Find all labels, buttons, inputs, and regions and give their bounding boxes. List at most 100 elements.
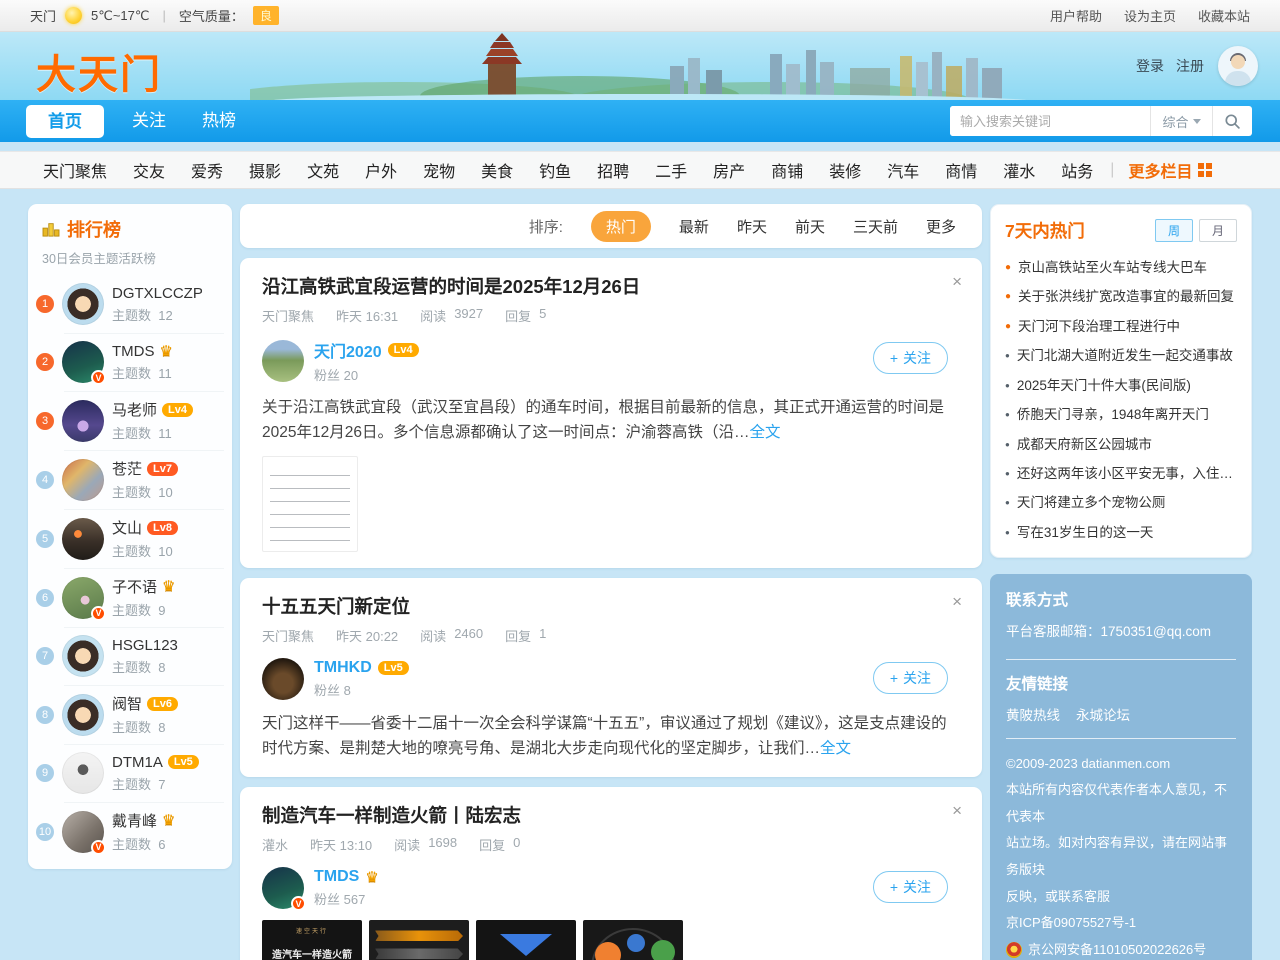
rank-row-4[interactable]: 4 苍茫Lv7 主题数 10 xyxy=(28,450,232,509)
post-title[interactable]: 沿江高铁武宜段运营的时间是2025年12月26日 xyxy=(262,273,960,299)
hot-topic-link[interactable]: 还好这两年该小区平安无事，入住两… xyxy=(1005,459,1237,488)
cat-secondhand[interactable]: 二手 xyxy=(642,158,700,182)
follow-button[interactable]: +关注 xyxy=(873,342,948,374)
register-link[interactable]: 注册 xyxy=(1176,56,1204,76)
member-name[interactable]: DTM1A xyxy=(112,754,163,771)
member-name[interactable]: 戴青峰 xyxy=(112,810,157,831)
post-thumbnail-slide-4[interactable] xyxy=(583,920,683,960)
close-icon[interactable]: × xyxy=(952,801,962,821)
user-help-link[interactable]: 用户帮助 xyxy=(1050,6,1102,25)
author-avatar[interactable] xyxy=(262,340,304,382)
author-name[interactable]: TMHKD xyxy=(314,659,372,677)
search-button[interactable] xyxy=(1212,106,1252,136)
site-logo[interactable]: 大天门 xyxy=(36,42,162,100)
cat-pets[interactable]: 宠物 xyxy=(410,158,468,182)
tab-week[interactable]: 周 xyxy=(1155,219,1193,242)
guest-avatar[interactable] xyxy=(1218,46,1258,86)
rank-row-5[interactable]: 5 文山Lv8 主题数 10 xyxy=(28,509,232,568)
member-name[interactable]: 阀智 xyxy=(112,693,142,714)
rank-row-7[interactable]: 7 HSGL123 主题数 8 xyxy=(28,627,232,685)
rank-row-3[interactable]: 3 马老师Lv4 主题数 11 xyxy=(28,391,232,450)
member-name[interactable]: TMDS xyxy=(112,343,155,360)
avatar[interactable] xyxy=(62,400,104,442)
cat-decoration[interactable]: 装修 xyxy=(816,158,874,182)
avatar[interactable] xyxy=(62,283,104,325)
icp-license-link[interactable]: 京ICP备09075527号-1 xyxy=(1006,910,1236,937)
search-scope-select[interactable]: 综合 xyxy=(1150,106,1212,136)
post-board[interactable]: 天门聚焦 xyxy=(262,306,314,325)
avatar[interactable] xyxy=(62,635,104,677)
follow-button[interactable]: +关注 xyxy=(873,662,948,694)
cat-outdoor[interactable]: 户外 xyxy=(352,158,410,182)
hot-topic-link[interactable]: 天门将建立多个宠物公厕 xyxy=(1005,488,1237,517)
search-input[interactable] xyxy=(950,106,1150,136)
post-thumbnail-document[interactable] xyxy=(262,456,358,552)
cat-food[interactable]: 美食 xyxy=(468,158,526,182)
avatar[interactable]: V xyxy=(62,811,104,853)
post-board[interactable]: 灌水 xyxy=(262,835,288,854)
cat-chat[interactable]: 灌水 xyxy=(990,158,1048,182)
author-avatar[interactable] xyxy=(262,658,304,700)
cat-tianmen-focus[interactable]: 天门聚焦 xyxy=(30,158,120,182)
rank-row-1[interactable]: 1 DGTXLCCZP 主题数 12 xyxy=(28,275,232,333)
cat-cars[interactable]: 汽车 xyxy=(874,158,932,182)
avatar[interactable]: V xyxy=(62,341,104,383)
set-homepage-link[interactable]: 设为主页 xyxy=(1124,6,1176,25)
avatar[interactable]: V xyxy=(62,577,104,619)
rank-row-6[interactable]: 6 V 子不语♛ 主题数 9 xyxy=(28,568,232,627)
post-thumbnail-slide-1[interactable]: 速空天行 造汽车一样造火箭 大规模 低成本 制造商科技产品 xyxy=(262,920,362,960)
hot-topic-link[interactable]: 京山高铁站至火车站专线大巴车 xyxy=(1005,253,1237,282)
avatar[interactable] xyxy=(62,518,104,560)
cat-jobs[interactable]: 招聘 xyxy=(584,158,642,182)
member-name[interactable]: HSGL123 xyxy=(112,637,178,654)
cat-photography[interactable]: 摄影 xyxy=(236,158,294,182)
hot-topic-link[interactable]: 天门河下段治理工程进行中 xyxy=(1005,312,1237,341)
member-name[interactable]: 苍茫 xyxy=(112,458,142,479)
hot-topic-link[interactable]: 成都天府新区公园城市 xyxy=(1005,430,1237,459)
author-avatar[interactable]: V xyxy=(262,867,304,909)
read-more-link[interactable]: 全文 xyxy=(749,424,780,441)
member-name[interactable]: 马老师 xyxy=(112,399,157,420)
post-thumbnail-slide-3[interactable]: 造汽车一样造火箭 xyxy=(476,920,576,960)
avatar[interactable] xyxy=(62,752,104,794)
post-thumbnail-slide-2[interactable] xyxy=(369,920,469,960)
rank-row-2[interactable]: 2 V TMDS♛ 主题数 11 xyxy=(28,333,232,391)
friend-link-2[interactable]: 永城论坛 xyxy=(1076,704,1130,724)
avatar[interactable] xyxy=(62,694,104,736)
post-title[interactable]: 制造汽车一样制造火箭丨陆宏志 xyxy=(262,802,960,828)
sort-threedays[interactable]: 三天前 xyxy=(853,216,898,237)
post-title[interactable]: 十五五天门新定位 xyxy=(262,593,960,619)
hot-topic-link[interactable]: 侨胞天门寻亲，1948年离开天门 xyxy=(1005,400,1237,429)
tab-month[interactable]: 月 xyxy=(1199,219,1237,242)
rank-row-8[interactable]: 8 阀智Lv6 主题数 8 xyxy=(28,685,232,744)
cat-friends[interactable]: 交友 xyxy=(120,158,178,182)
cat-shops[interactable]: 商铺 xyxy=(758,158,816,182)
hot-topic-link[interactable]: 写在31岁生日的这一天 xyxy=(1005,518,1237,547)
follow-button[interactable]: +关注 xyxy=(873,871,948,903)
read-more-link[interactable]: 全文 xyxy=(820,740,851,757)
hot-topic-link[interactable]: 关于张洪线扩宽改造事宜的最新回复 xyxy=(1005,282,1237,311)
author-name[interactable]: TMDS xyxy=(314,868,359,886)
cat-fishing[interactable]: 钓鱼 xyxy=(526,158,584,182)
member-name[interactable]: 文山 xyxy=(112,517,142,538)
cat-realestate[interactable]: 房产 xyxy=(700,158,758,182)
hot-topic-link[interactable]: 2025年天门十件大事(民间版) xyxy=(1005,371,1237,400)
member-name[interactable]: DGTXLCCZP xyxy=(112,285,203,302)
sort-newest[interactable]: 最新 xyxy=(679,216,709,237)
friend-link-1[interactable]: 黄陂热线 xyxy=(1006,704,1060,724)
tab-home[interactable]: 首页 xyxy=(26,105,104,138)
post-board[interactable]: 天门聚焦 xyxy=(262,626,314,645)
avatar[interactable] xyxy=(62,459,104,501)
more-columns-button[interactable]: 更多栏目 xyxy=(1128,158,1212,182)
rank-row-10[interactable]: 10 V 戴青峰♛ 主题数 6 xyxy=(28,802,232,861)
member-name[interactable]: 子不语 xyxy=(112,576,157,597)
sort-hot[interactable]: 热门 xyxy=(591,211,651,242)
sort-more[interactable]: 更多 xyxy=(926,216,956,237)
tab-hotlist[interactable]: 热榜 xyxy=(184,100,254,142)
cat-literature[interactable]: 文苑 xyxy=(294,158,352,182)
tab-following[interactable]: 关注 xyxy=(114,100,184,142)
login-link[interactable]: 登录 xyxy=(1136,56,1164,76)
cat-show[interactable]: 爱秀 xyxy=(178,158,236,182)
cat-site-affairs[interactable]: 站务 xyxy=(1048,158,1106,182)
author-name[interactable]: 天门2020 xyxy=(314,338,382,362)
